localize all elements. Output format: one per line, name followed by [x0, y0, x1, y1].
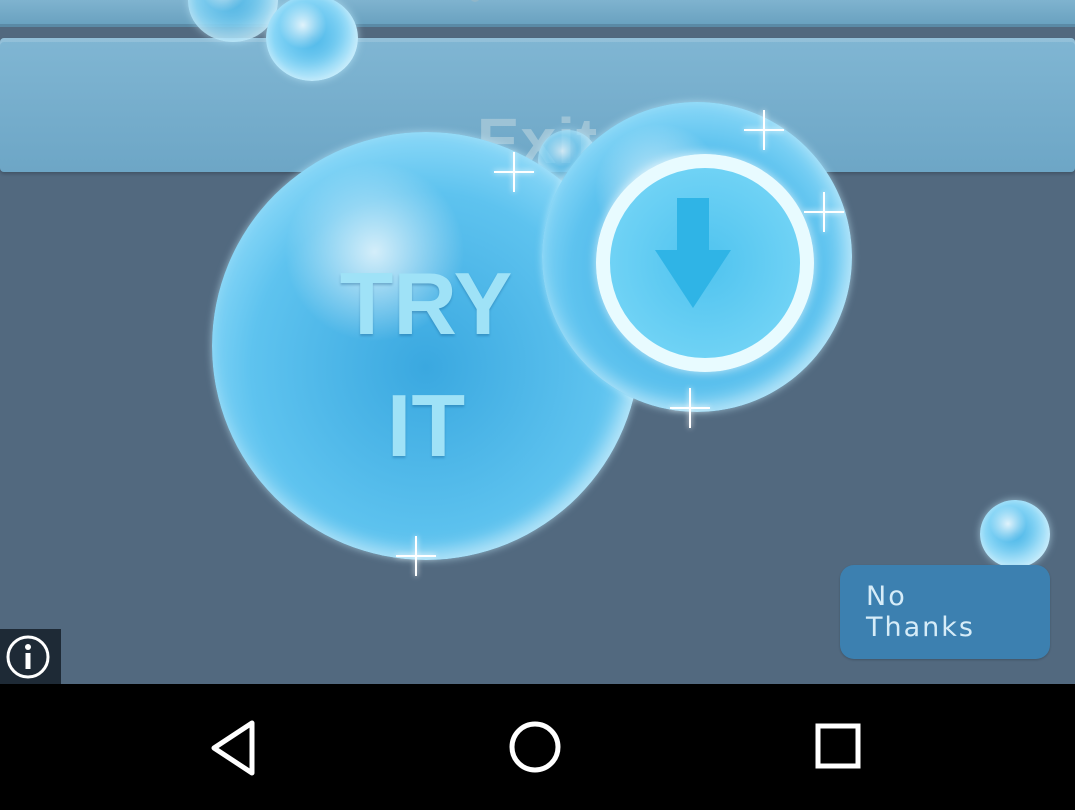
download-arrow-icon	[655, 198, 731, 308]
bubble-decoration	[188, 0, 278, 42]
system-navigation-bar	[0, 684, 1075, 810]
sparkle-decoration	[744, 110, 784, 150]
info-icon	[6, 635, 50, 679]
no-thanks-button[interactable]: No Thanks	[840, 565, 1050, 659]
recents-button[interactable]	[794, 704, 884, 790]
info-button[interactable]	[0, 629, 61, 684]
sparkle-decoration	[494, 152, 534, 192]
sparkle-decoration	[804, 192, 844, 232]
home-button[interactable]	[490, 704, 580, 790]
ad-screen: Exit TRY IT No Thanks	[0, 0, 1075, 684]
exit-button[interactable]: Exit	[0, 38, 1075, 177]
it-label: IT	[386, 376, 466, 475]
back-button[interactable]	[190, 704, 280, 790]
no-thanks-label: No Thanks	[866, 581, 975, 643]
back-triangle-icon	[211, 720, 255, 776]
download-ring	[596, 154, 814, 372]
top-bar	[0, 0, 1075, 27]
download-button[interactable]	[542, 102, 852, 412]
sparkle-decoration	[396, 536, 436, 576]
bubble-decoration	[980, 500, 1050, 568]
home-circle-icon	[509, 721, 561, 773]
recents-square-icon	[815, 723, 861, 769]
top-bar-fragment	[470, 0, 480, 2]
sparkle-decoration	[670, 388, 710, 428]
